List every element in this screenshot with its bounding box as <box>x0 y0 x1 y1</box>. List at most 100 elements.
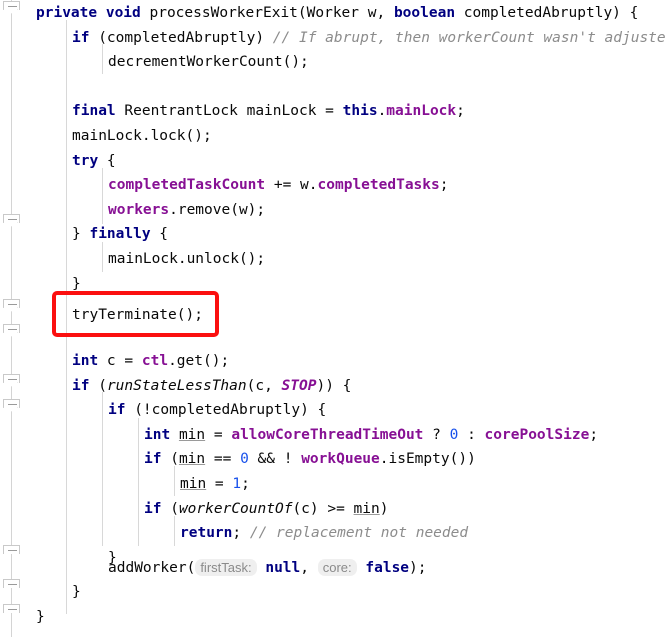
fold-marker-plain[interactable] <box>3 579 20 592</box>
code-line[interactable]: } <box>72 580 81 605</box>
fold-marker-expanded[interactable] <box>3 374 20 387</box>
code-token: ; <box>232 525 250 542</box>
code-line[interactable]: final ReentrantLock mainLock = this.main… <box>72 99 465 124</box>
indent-guide <box>102 168 103 224</box>
keyword-token: if <box>108 402 126 419</box>
inline-parameter-hint[interactable]: core: <box>317 559 357 576</box>
keyword-token: int <box>72 353 99 369</box>
code-line[interactable]: } <box>36 605 45 630</box>
collapse-dash-icon <box>8 584 17 585</box>
code-token: .get(); <box>168 353 230 369</box>
code-token: min <box>180 476 207 492</box>
collapse-dash-icon <box>8 6 17 7</box>
code-content[interactable]: private void processWorkerExit(Worker w,… <box>36 0 665 637</box>
fold-marker-expanded[interactable] <box>3 324 20 337</box>
fold-marker-plain[interactable] <box>3 604 20 617</box>
keyword-token: boolean <box>393 5 456 21</box>
code-token: .isEmpty()) <box>379 451 476 468</box>
code-line[interactable]: mainLock.lock(); <box>72 124 212 149</box>
code-line[interactable]: private void processWorkerExit(Worker w,… <box>36 1 638 26</box>
fold-marker-plain[interactable] <box>3 545 20 558</box>
code-token: ( <box>161 451 179 468</box>
collapse-dash-icon <box>8 219 17 220</box>
code-line[interactable]: try { <box>72 149 116 174</box>
code-line[interactable]: if (workerCountOf(c) >= min) <box>144 497 388 522</box>
code-line[interactable]: } finally { <box>72 222 168 247</box>
code-token: ; <box>456 103 465 120</box>
fold-marker-body <box>3 399 20 408</box>
code-token: { <box>98 152 116 169</box>
field-token: mainLock <box>386 103 457 120</box>
collapse-dash-icon <box>8 304 17 305</box>
fold-marker-body <box>3 299 20 308</box>
indent-guide <box>138 418 139 546</box>
code-token: && ! <box>248 451 302 468</box>
code-line[interactable]: return; // replacement not needed <box>180 521 468 546</box>
code-token: ; <box>439 177 449 194</box>
number-token: 1 <box>232 476 242 492</box>
code-token: ; <box>589 426 599 443</box>
code-token: } <box>72 584 81 600</box>
fold-marker-expanded[interactable] <box>3 1 20 14</box>
collapse-dash-icon <box>8 329 17 330</box>
collapse-dash-icon <box>8 379 17 380</box>
code-editor[interactable]: private void processWorkerExit(Worker w,… <box>0 0 665 637</box>
fold-marker-body <box>3 324 20 333</box>
code-token: min <box>353 500 380 517</box>
code-line[interactable]: min = 1; <box>180 472 250 497</box>
code-line[interactable]: int c = ctl.get(); <box>72 349 229 374</box>
keyword-token: false <box>365 560 410 576</box>
code-line[interactable]: if (min == 0 && ! workQueue.isEmpty()) <box>144 447 476 472</box>
keyword-token: private <box>36 5 98 21</box>
keyword-token: try <box>72 152 99 169</box>
code-line[interactable]: workers.remove(w); <box>108 198 265 223</box>
fold-marker-expanded[interactable] <box>3 399 20 412</box>
field-token: workQueue <box>301 451 380 468</box>
code-token: tryTerminate(); <box>72 307 203 323</box>
collapse-dash-icon <box>8 609 17 610</box>
fold-marker-tip <box>3 332 18 337</box>
fold-gutter[interactable] <box>0 0 36 637</box>
field-token: completedTaskCount <box>108 177 266 194</box>
code-line[interactable]: if (completedAbruptly) // If abrupt, the… <box>72 26 665 51</box>
code-line[interactable]: decrementWorkerCount(); <box>108 50 309 75</box>
fold-marker-body <box>3 1 20 10</box>
keyword-token: null <box>265 560 301 576</box>
code-line[interactable]: if (!completedAbruptly) { <box>108 398 326 423</box>
fold-marker-body <box>3 604 20 613</box>
code-token: min <box>178 451 206 468</box>
fold-marker-expanded[interactable] <box>3 214 20 227</box>
code-token: mainLock.unlock(); <box>108 251 266 267</box>
field-token: completedTasks <box>317 177 440 194</box>
code-token: += w. <box>265 177 318 194</box>
code-line[interactable]: tryTerminate(); <box>72 303 203 328</box>
code-line[interactable]: addWorker(firstTask: null, core: false); <box>108 556 427 581</box>
code-line[interactable]: mainLock.unlock(); <box>108 247 265 272</box>
code-token: } <box>36 608 45 625</box>
inline-parameter-hint[interactable]: firstTask: <box>195 559 257 576</box>
code-token: , <box>300 560 318 576</box>
fold-marker-expanded[interactable] <box>3 299 20 312</box>
keyword-token: void <box>105 5 141 21</box>
field-token: STOP <box>281 377 317 394</box>
code-token: decrementWorkerCount(); <box>108 54 309 71</box>
code-token: ( <box>89 377 107 394</box>
code-token: ); <box>409 560 427 576</box>
code-token: { <box>150 226 169 243</box>
indent-guide <box>102 392 103 546</box>
keyword-token: if <box>72 29 90 46</box>
fold-marker-tip <box>3 307 18 312</box>
code-line[interactable]: } <box>72 272 81 297</box>
code-token: mainLock.lock(); <box>72 128 212 144</box>
code-line[interactable]: int min = allowCoreThreadTimeOut ? 0 : c… <box>144 423 598 448</box>
fold-marker-tip <box>3 9 18 14</box>
field-token: corePoolSize <box>484 426 590 443</box>
field-token: workers <box>108 201 170 218</box>
code-token: .remove(w); <box>169 201 266 218</box>
code-line[interactable]: completedTaskCount += w.completedTasks; <box>108 173 448 198</box>
fold-marker-tip <box>3 407 18 412</box>
fold-marker-tip <box>3 382 18 387</box>
code-line[interactable]: if (runStateLessThan(c, STOP)) { <box>72 374 351 399</box>
code-token: (completedAbruptly) <box>89 29 273 46</box>
